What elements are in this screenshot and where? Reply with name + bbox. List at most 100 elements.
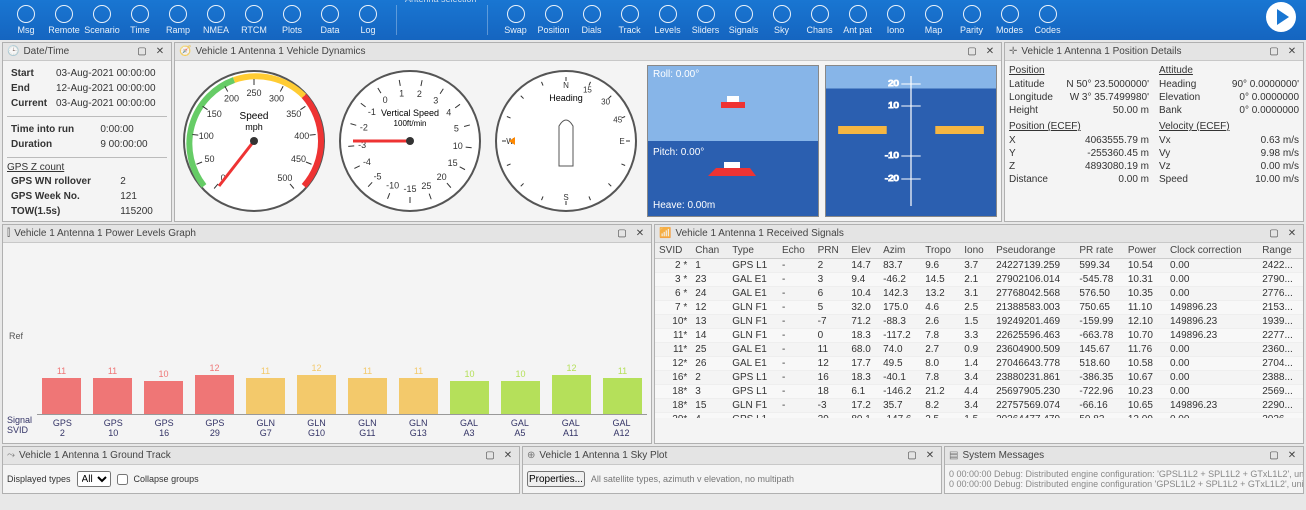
signal-icon: 📶	[659, 228, 671, 239]
ribbon-swap[interactable]: Swap	[498, 5, 534, 35]
close-button[interactable]: ✕	[983, 45, 997, 59]
ribbon-ramp[interactable]: Ramp	[160, 5, 196, 35]
ribbon-levels[interactable]: Levels	[650, 5, 686, 35]
power-bar: 12	[190, 363, 239, 414]
ribbon-data[interactable]: Data	[312, 5, 348, 35]
ribbon-plots[interactable]: Plots	[274, 5, 310, 35]
col-header[interactable]: Clock correction	[1166, 243, 1258, 259]
dt-val: 115200	[118, 205, 165, 218]
svg-text:2: 2	[417, 89, 422, 99]
maximize-button[interactable]: ▢	[965, 45, 979, 59]
sky-desc: All satellite types, azimuth v elevation…	[591, 474, 794, 484]
ribbon-track[interactable]: Track	[612, 5, 648, 35]
table-row[interactable]: 18*3GPS L1-186.1-146.221.24.425697905.23…	[655, 385, 1303, 399]
datetime-title: Date/Time	[23, 46, 69, 57]
collapse-groups-label: Collapse groups	[134, 474, 199, 484]
maximize-button[interactable]: ▢	[1267, 227, 1281, 241]
col-header[interactable]: Azim	[879, 243, 921, 259]
table-row[interactable]: 10*13GLN F1--771.2-88.32.61.519249201.46…	[655, 315, 1303, 329]
ribbon-sliders[interactable]: Sliders	[688, 5, 724, 35]
table-row[interactable]: 2 *1GPS L1-214.783.79.63.724227139.25959…	[655, 259, 1303, 273]
maximize-button[interactable]: ▢	[135, 45, 149, 59]
svg-text:-5: -5	[374, 171, 382, 181]
dynamics-title: Vehicle 1 Antenna 1 Vehicle Dynamics	[195, 46, 365, 57]
table-row[interactable]: 11*25GAL E1-1168.074.02.70.923604900.509…	[655, 343, 1303, 357]
col-header[interactable]: Elev	[847, 243, 879, 259]
table-row[interactable]: 29*4GPS L1-2980.1-147.62.51.520264477.47…	[655, 413, 1303, 419]
ribbon-nmea[interactable]: NMEA	[198, 5, 234, 35]
close-button[interactable]: ✕	[1285, 227, 1299, 241]
table-row[interactable]: 16*2GPS L1-1618.3-40.17.83.423880231.861…	[655, 371, 1303, 385]
close-button[interactable]: ✕	[923, 449, 937, 463]
ribbon-rtcm[interactable]: RTCM	[236, 5, 272, 35]
svg-text:450: 450	[291, 154, 306, 164]
properties-button[interactable]: Properties...	[527, 471, 585, 487]
maximize-button[interactable]: ▢	[483, 449, 497, 463]
power-bar-label: GPS10	[88, 414, 139, 439]
ribbon-toolbar: MsgRemoteScenarioTimeRampNMEARTCMPlotsDa…	[0, 0, 1306, 40]
ribbon-log[interactable]: Log	[350, 5, 386, 35]
maximize-button[interactable]: ▢	[905, 449, 919, 463]
ribbon-scenario[interactable]: Scenario	[84, 5, 120, 35]
table-row[interactable]: 18*15GLN F1--317.235.78.23.422757569.074…	[655, 399, 1303, 413]
ribbon-signals[interactable]: Signals	[726, 5, 762, 35]
close-button[interactable]: ✕	[1285, 449, 1299, 463]
ribbon-chans[interactable]: Chans	[802, 5, 838, 35]
maximize-button[interactable]: ▢	[1267, 449, 1281, 463]
close-button[interactable]: ✕	[501, 449, 515, 463]
speed-gauge: 050100150200250300350400450500 Speed mph	[179, 65, 329, 217]
svg-text:3: 3	[433, 96, 438, 106]
col-header[interactable]: Power	[1124, 243, 1166, 259]
pos-section-attitude: AttitudeHeading90° 0.0000000'Elevation0°…	[1159, 65, 1299, 117]
ribbon-map[interactable]: Map	[916, 5, 952, 35]
power-bar-label: GALA5	[494, 414, 545, 439]
power-bar-label: GALA11	[545, 414, 596, 439]
col-header[interactable]: Pseudorange	[992, 243, 1075, 259]
log-line: 0 00:00:00 Debug: Distributed engine con…	[949, 469, 1303, 479]
close-button[interactable]: ✕	[1285, 45, 1299, 59]
close-button[interactable]: ✕	[153, 45, 167, 59]
col-header[interactable]: Tropo	[921, 243, 960, 259]
maximize-button[interactable]: ▢	[1267, 45, 1281, 59]
dt-val: 9 00:00:00	[98, 138, 165, 151]
ribbon-codes[interactable]: Codes	[1030, 5, 1066, 35]
table-row[interactable]: 11*14GLN F1-018.3-117.27.83.322625596.46…	[655, 329, 1303, 343]
svg-text:-10: -10	[386, 181, 399, 191]
power-bar-label: GPS2	[37, 414, 88, 439]
ribbon-modes[interactable]: Modes	[992, 5, 1028, 35]
displayed-types-select[interactable]: All	[77, 471, 111, 487]
col-header[interactable]: PRN	[814, 243, 848, 259]
play-button[interactable]	[1266, 2, 1296, 32]
table-row[interactable]: 3 *23GAL E1-39.4-46.214.52.127902106.014…	[655, 273, 1303, 287]
ribbon-msg[interactable]: Msg	[8, 5, 44, 35]
power-levels-panel: ⫿ Vehicle 1 Antenna 1 Power Levels Graph…	[2, 224, 652, 444]
maximize-button[interactable]: ▢	[615, 227, 629, 241]
ribbon-ant pat[interactable]: Ant pat	[840, 5, 876, 35]
dt-key: GPS Week No.	[9, 190, 116, 203]
ribbon-dials[interactable]: Dials	[574, 5, 610, 35]
col-header[interactable]: Range	[1258, 243, 1303, 259]
ground-track-panel: ⤳ Vehicle 1 Antenna 1 Ground Track ▢ ✕ D…	[2, 446, 520, 494]
table-row[interactable]: 12*26GAL E1-1217.749.58.01.427046643.778…	[655, 357, 1303, 371]
power-bar: 11	[598, 366, 647, 414]
roll-label: Roll: 0.00°	[648, 66, 818, 83]
ribbon-position[interactable]: Position	[536, 5, 572, 35]
collapse-groups-checkbox[interactable]	[117, 474, 128, 485]
log-line: 0 00:00:00 Debug: Distributed engine con…	[949, 479, 1303, 489]
col-header[interactable]: Type	[728, 243, 778, 259]
table-row[interactable]: 6 *24GAL E1-610.4142.313.23.127768042.56…	[655, 287, 1303, 301]
heave-label: Heave: 0.00m	[648, 197, 720, 214]
col-header[interactable]: Chan	[691, 243, 728, 259]
col-header[interactable]: SVID	[655, 243, 691, 259]
ribbon-sky[interactable]: Sky	[764, 5, 800, 35]
ribbon-parity[interactable]: Parity	[954, 5, 990, 35]
table-row[interactable]: 7 *12GLN F1-532.0175.04.62.521388583.003…	[655, 301, 1303, 315]
ribbon-remote[interactable]: Remote	[46, 5, 82, 35]
col-header[interactable]: PR rate	[1075, 243, 1124, 259]
ribbon-time[interactable]: Time	[122, 5, 158, 35]
col-header[interactable]: Iono	[960, 243, 992, 259]
close-button[interactable]: ✕	[633, 227, 647, 241]
col-header[interactable]: Echo	[778, 243, 814, 259]
gps-zcount-link[interactable]: GPS Z count	[7, 162, 167, 173]
ribbon-iono[interactable]: Iono	[878, 5, 914, 35]
